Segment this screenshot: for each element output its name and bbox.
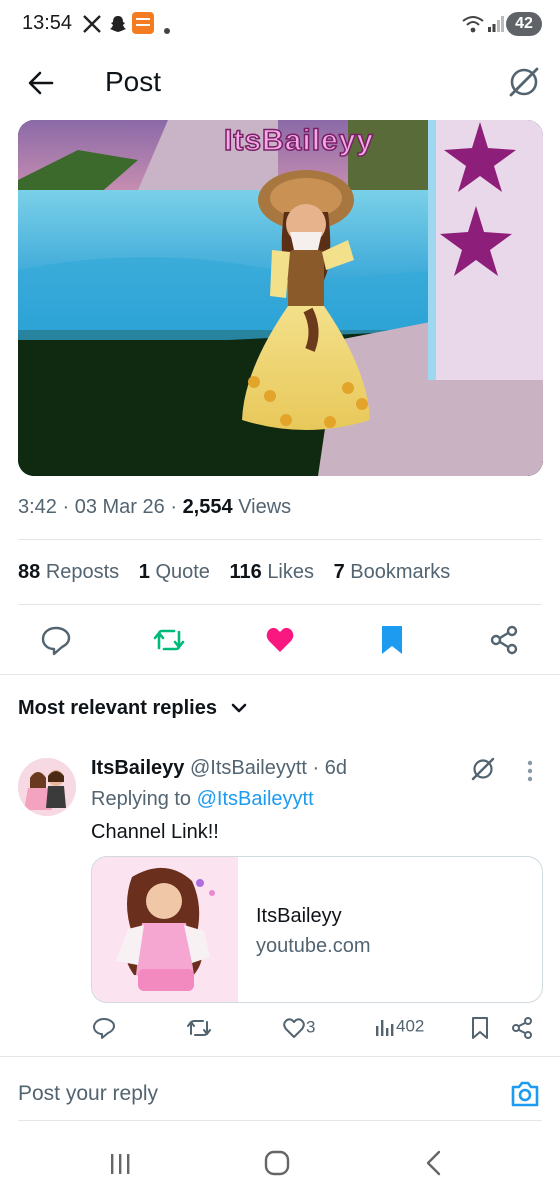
replying-to-link[interactable]: @ItsBaileyytt xyxy=(197,788,314,810)
home-icon[interactable] xyxy=(264,1150,290,1181)
reply-author-name[interactable]: ItsBaileyy xyxy=(91,757,184,779)
views-label: Views xyxy=(238,496,292,518)
status-time: 13:54 xyxy=(22,12,73,34)
chevron-down-icon xyxy=(231,697,247,720)
post-stats: 88 Reposts 1 Quote 116 Likes 7 Bookmarks xyxy=(18,561,464,584)
camera-icon[interactable] xyxy=(510,1080,540,1113)
media-watermark: ItsBaileyy xyxy=(223,123,375,158)
bookmark-icon[interactable] xyxy=(378,624,410,656)
signal-icon xyxy=(488,16,504,37)
avatar[interactable] xyxy=(18,758,76,816)
x-logo-icon xyxy=(82,14,102,39)
top-app-bar: Post xyxy=(0,52,560,116)
link-card-title: ItsBaileyy xyxy=(256,905,342,927)
temu-icon xyxy=(132,12,154,39)
reply-views-button[interactable]: 402 xyxy=(374,1016,424,1044)
reply-like-count: 3 xyxy=(306,1017,316,1037)
reply-author: ItsBaileyy @ItsBaileyytt · 6d xyxy=(91,757,347,780)
reply-reply-icon[interactable] xyxy=(92,1016,116,1044)
post-time: 3:42 xyxy=(18,496,57,518)
share-icon[interactable] xyxy=(488,624,520,656)
reply-repost-icon[interactable] xyxy=(186,1016,212,1044)
stat-quotes[interactable]: 1 Quote xyxy=(139,561,210,583)
replying-to: Replying to @ItsBaileyytt xyxy=(91,788,314,811)
divider xyxy=(18,1120,542,1121)
wifi-icon xyxy=(462,14,484,39)
recent-apps-icon[interactable] xyxy=(108,1152,132,1181)
link-card[interactable]: ItsBaileyy youtube.com xyxy=(91,856,543,1003)
reply-composer-input[interactable]: Post your reply xyxy=(18,1082,158,1106)
replying-prefix: Replying to xyxy=(91,788,192,810)
replies-filter-label: Most relevant replies xyxy=(18,697,217,719)
reply-author-handle[interactable]: @ItsBaileyytt xyxy=(190,757,307,779)
divider xyxy=(18,539,542,540)
reply-icon[interactable] xyxy=(40,624,72,656)
arrow-left-icon[interactable] xyxy=(26,68,56,103)
more-icon[interactable] xyxy=(526,760,534,787)
system-nav-bar xyxy=(0,1122,560,1200)
reply-time: · 6d xyxy=(312,757,347,779)
replies-filter[interactable]: Most relevant replies xyxy=(18,697,247,720)
back-nav-icon[interactable] xyxy=(424,1150,444,1181)
snapchat-icon xyxy=(108,14,128,39)
dot-icon xyxy=(164,21,170,39)
reply-views-count: 402 xyxy=(396,1016,425,1036)
post-meta: 3:42 · 03 Mar 26 · 2,554 Views xyxy=(18,496,292,518)
reply-share-icon[interactable] xyxy=(510,1016,534,1044)
stat-likes[interactable]: 116 Likes xyxy=(229,561,314,583)
views-count: 2,554 xyxy=(182,496,233,518)
divider xyxy=(0,1056,560,1057)
divider xyxy=(0,674,560,675)
divider xyxy=(18,604,542,605)
like-icon[interactable] xyxy=(264,624,296,656)
link-card-thumbnail xyxy=(92,857,238,1002)
repost-icon[interactable] xyxy=(152,624,185,656)
post-media-image[interactable]: ItsBaileyy xyxy=(18,120,543,476)
status-bar: 13:54 42 xyxy=(0,0,560,52)
link-card-domain: youtube.com xyxy=(256,935,371,957)
grok-icon[interactable] xyxy=(506,64,542,105)
stat-reposts[interactable]: 88 Reposts xyxy=(18,561,119,583)
reply-text: Channel Link!! xyxy=(91,821,219,843)
grok-icon[interactable] xyxy=(470,756,496,787)
page-title: Post xyxy=(105,66,162,97)
reply-like-button[interactable]: 3 xyxy=(282,1016,315,1044)
heart-icon xyxy=(282,1017,306,1038)
battery-badge: 42 xyxy=(506,12,542,36)
views-icon xyxy=(374,1016,396,1036)
reply-bookmark-icon[interactable] xyxy=(470,1016,490,1044)
stat-bookmarks[interactable]: 7 Bookmarks xyxy=(334,561,451,583)
post-date: 03 Mar 26 xyxy=(74,496,165,518)
